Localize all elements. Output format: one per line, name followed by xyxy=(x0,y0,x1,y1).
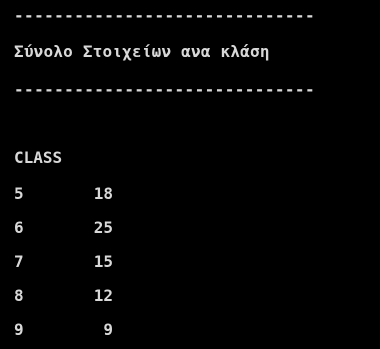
class-value: 9 xyxy=(14,320,24,339)
count-value: 15 xyxy=(93,252,113,271)
class-row: 5 18 xyxy=(14,182,134,206)
console-output: ------------------------------ Σύνολο Στ… xyxy=(14,0,380,349)
count-value: 9 xyxy=(103,320,113,339)
column-header-class: CLASS xyxy=(14,148,63,167)
summary-heading: Σύνολο Στοιχείων ανα κλάση xyxy=(14,42,270,61)
separator-line-top: ------------------------------ xyxy=(14,6,315,25)
class-row: 7 15 xyxy=(14,250,134,274)
class-value: 5 xyxy=(14,184,24,203)
separator-line-bottom: ------------------------------ xyxy=(14,80,315,99)
class-value: 6 xyxy=(14,218,24,237)
count-value: 18 xyxy=(93,184,113,203)
class-value: 8 xyxy=(14,286,24,305)
class-row: 8 12 xyxy=(14,284,134,308)
count-value: 25 xyxy=(93,218,113,237)
class-row: 9 9 xyxy=(14,318,134,342)
class-value: 7 xyxy=(14,252,24,271)
count-value: 12 xyxy=(93,286,113,305)
class-row: 6 25 xyxy=(14,216,134,240)
